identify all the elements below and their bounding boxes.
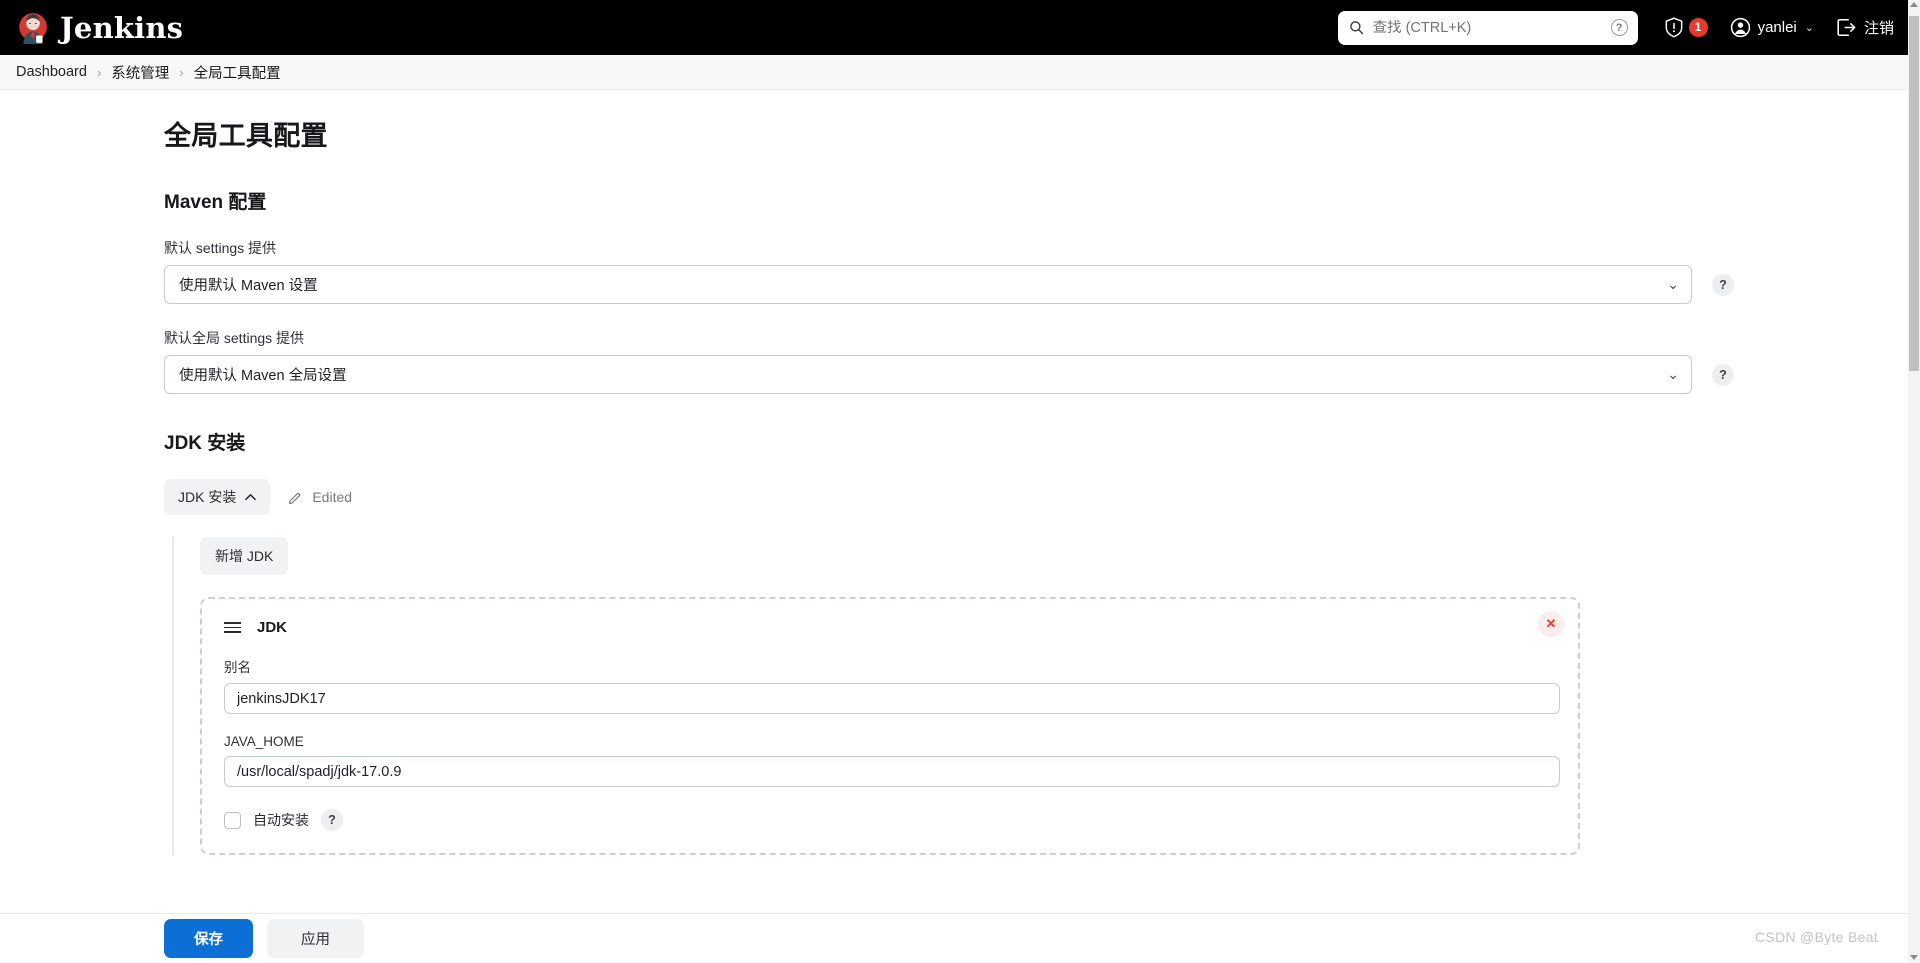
watermark: CSDN @Byte Beat — [1755, 929, 1878, 945]
edited-indicator: Edited — [288, 489, 352, 505]
default-global-settings-provider-row: 使用默认 Maven 全局设置 ⌄ ? — [164, 355, 1734, 394]
pencil-icon — [289, 492, 301, 504]
default-global-settings-provider-field: 默认全局 settings 提供 使用默认 Maven 全局设置 ⌄ ? — [164, 328, 1734, 394]
jdk-installations-toggle-button[interactable]: JDK 安装 — [164, 479, 271, 515]
jdk-alias-label: 别名 — [224, 660, 251, 675]
default-global-settings-provider-label: 默认全局 settings 提供 — [164, 330, 305, 346]
jenkins-home-link[interactable]: Jenkins — [16, 11, 183, 45]
search-container: ? — [1337, 10, 1638, 45]
logout-icon — [1837, 18, 1856, 37]
chevron-down-icon: ⌄ — [1667, 366, 1679, 382]
user-circle-icon — [1730, 17, 1750, 38]
default-settings-provider-label: 默认 settings 提供 — [164, 240, 277, 256]
jdk-card-header: JDK — [224, 619, 1556, 636]
main-content: 全局工具配置 Maven 配置 默认 settings 提供 使用默认 Mave… — [0, 90, 1908, 913]
jenkins-butler-logo-icon — [19, 12, 47, 44]
jdk-toggle-row: JDK 安装 Edited — [164, 479, 1908, 515]
chevron-down-icon: ⌄ — [1804, 22, 1814, 34]
jdk-card-title: JDK — [257, 619, 288, 636]
shield-exclamation-icon — [1665, 17, 1682, 38]
jenkins-global-tool-configuration-page: Jenkins ? 1 — [0, 0, 1920, 963]
scrollbar-down-arrow-icon[interactable] — [1910, 955, 1918, 960]
breadcrumb-item-dashboard[interactable]: Dashboard — [16, 64, 87, 80]
default-settings-provider-field: 默认 settings 提供 使用默认 Maven 设置 ⌄ ? — [164, 238, 1734, 304]
jdk-java-home-input[interactable] — [224, 756, 1560, 787]
jdk-section-title: JDK 安装 — [164, 433, 246, 454]
breadcrumb-item-global-tool-configuration[interactable]: 全局工具配置 — [194, 62, 281, 83]
default-global-settings-provider-select[interactable]: 使用默认 Maven 全局设置 ⌄ — [164, 355, 1692, 394]
user-name: yanlei — [1757, 19, 1797, 36]
edited-label: Edited — [312, 489, 353, 505]
brand-name: Jenkins — [60, 10, 184, 45]
jdk-toggle-label: JDK 安装 — [178, 489, 237, 505]
jdk-auto-install-label: 自动安装 — [253, 812, 309, 828]
default-global-settings-provider-value: 使用默认 Maven 全局设置 — [179, 368, 347, 384]
default-settings-provider-help-icon[interactable]: ? — [1712, 273, 1734, 296]
scrollbar-up-arrow-icon[interactable] — [1910, 2, 1918, 7]
jdk-auto-install-row: 自动安装 ? — [224, 809, 1556, 831]
logout-label: 注销 — [1863, 20, 1894, 37]
security-alert-count: 1 — [1688, 18, 1708, 37]
scrollbar-thumb[interactable] — [1909, 16, 1919, 371]
default-settings-provider-row: 使用默认 Maven 设置 ⌄ ? — [164, 265, 1734, 304]
form-footer: 保存 应用 — [0, 913, 1908, 963]
drag-handle-icon[interactable] — [224, 621, 241, 634]
jdk-alias-field: 别名 — [224, 656, 1560, 714]
app-header: Jenkins ? 1 — [0, 0, 1908, 55]
jdk-java-home-label: JAVA_HOME — [224, 734, 304, 749]
page-scrollbar[interactable] — [1908, 0, 1920, 963]
default-settings-provider-value: 使用默认 Maven 设置 — [179, 278, 318, 294]
breadcrumb-separator-icon: › — [96, 64, 102, 80]
user-menu-button[interactable]: yanlei ⌄ — [1730, 17, 1814, 38]
logout-button[interactable]: 注销 — [1836, 17, 1894, 38]
maven-section-title: Maven 配置 — [164, 192, 267, 213]
chevron-down-icon: ⌄ — [1667, 276, 1679, 292]
header-actions: 1 yanlei ⌄ 注销 — [1664, 17, 1894, 38]
page-title: 全局工具配置 — [164, 121, 328, 151]
apply-button[interactable]: 应用 — [267, 919, 364, 958]
default-global-settings-provider-help-icon[interactable]: ? — [1712, 363, 1734, 386]
save-button[interactable]: 保存 — [164, 919, 253, 958]
jdk-alias-input[interactable] — [224, 683, 1560, 714]
search-input[interactable] — [1372, 19, 1604, 36]
jdk-installations-body: 新增 JDK ✕ JDK 别名 JAVA_HOME — [172, 537, 1702, 855]
search-help-icon[interactable]: ? — [1610, 19, 1628, 36]
default-settings-provider-select[interactable]: 使用默认 Maven 设置 ⌄ — [164, 265, 1692, 304]
delete-jdk-button[interactable]: ✕ — [1538, 611, 1564, 637]
jdk-java-home-field: JAVA_HOME — [224, 734, 1560, 787]
security-alerts-button[interactable]: 1 — [1664, 17, 1708, 38]
content-inner: 全局工具配置 Maven 配置 默认 settings 提供 使用默认 Mave… — [0, 90, 1908, 855]
breadcrumb: Dashboard › 系统管理 › 全局工具配置 — [0, 55, 1908, 90]
jdk-entry-card: ✕ JDK 别名 JAVA_HOME — [200, 597, 1580, 855]
breadcrumb-item-system-management[interactable]: 系统管理 — [111, 62, 169, 83]
search-icon — [1349, 21, 1363, 35]
search-box[interactable] — [1337, 10, 1638, 45]
breadcrumb-separator-icon: › — [179, 64, 184, 80]
chevron-up-icon — [245, 494, 257, 501]
add-jdk-button[interactable]: 新增 JDK — [200, 537, 289, 575]
jdk-auto-install-help-icon[interactable]: ? — [321, 809, 343, 831]
jdk-auto-install-checkbox[interactable] — [224, 811, 241, 829]
